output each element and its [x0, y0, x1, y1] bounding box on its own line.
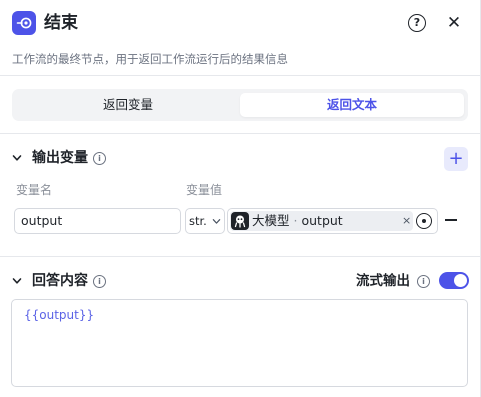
remove-variable-button[interactable] — [445, 219, 457, 221]
chevron-down-icon — [212, 219, 221, 224]
tab-return-variables[interactable]: 返回变量 — [16, 93, 240, 117]
info-icon[interactable]: i — [93, 275, 106, 288]
variable-name-input[interactable]: output — [14, 208, 181, 234]
help-icon[interactable]: ? — [408, 14, 426, 32]
answer-section-title: 回答内容 — [32, 273, 88, 289]
end-node-icon — [12, 11, 36, 35]
reference-field: output — [301, 213, 343, 228]
collapse-chevron-icon[interactable] — [12, 153, 22, 163]
answer-content-editor[interactable]: {{output}} — [11, 299, 468, 387]
variable-type-select[interactable]: str. — [185, 208, 225, 234]
variable-type-label: str. — [189, 214, 207, 228]
divider — [0, 133, 480, 134]
output-section-title: 输出变量 — [32, 150, 88, 166]
variable-reference-field[interactable]: 大模型 · output × — [227, 208, 438, 234]
stream-output-label: 流式输出 — [356, 273, 410, 289]
reference-separator: · — [293, 213, 298, 228]
reference-chip[interactable]: 大模型 · output × — [230, 211, 413, 231]
llm-model-icon — [231, 212, 249, 230]
return-mode-tabs: 返回变量 返回文本 — [12, 89, 468, 121]
toggle-knob — [454, 274, 467, 287]
clear-reference-icon[interactable]: × — [402, 211, 411, 231]
info-icon[interactable]: i — [417, 275, 430, 288]
collapse-chevron-icon[interactable] — [12, 276, 22, 286]
stream-output-toggle[interactable] — [439, 272, 469, 289]
end-node-panel: 结束 ? ✕ 工作流的最终节点，用于返回工作流运行后的结果信息 返回变量 返回文… — [0, 0, 481, 397]
panel-header: 结束 ? ✕ — [0, 0, 480, 46]
add-variable-button[interactable]: + — [444, 147, 468, 171]
close-icon[interactable]: ✕ — [443, 12, 465, 34]
tab-return-text[interactable]: 返回文本 — [240, 93, 464, 117]
column-header-value: 变量值 — [186, 183, 223, 197]
info-icon[interactable]: i — [93, 152, 106, 165]
divider — [0, 75, 480, 76]
column-header-name: 变量名 — [16, 183, 53, 197]
reference-text: 大模型 · output — [252, 211, 343, 231]
node-description: 工作流的最终节点，用于返回工作流运行后的结果信息 — [12, 52, 288, 66]
divider — [0, 256, 480, 257]
variable-picker-icon[interactable] — [416, 213, 432, 229]
answer-content-text: {{output}} — [24, 308, 95, 322]
node-title[interactable]: 结束 — [44, 11, 78, 35]
reference-source: 大模型 — [252, 213, 290, 228]
